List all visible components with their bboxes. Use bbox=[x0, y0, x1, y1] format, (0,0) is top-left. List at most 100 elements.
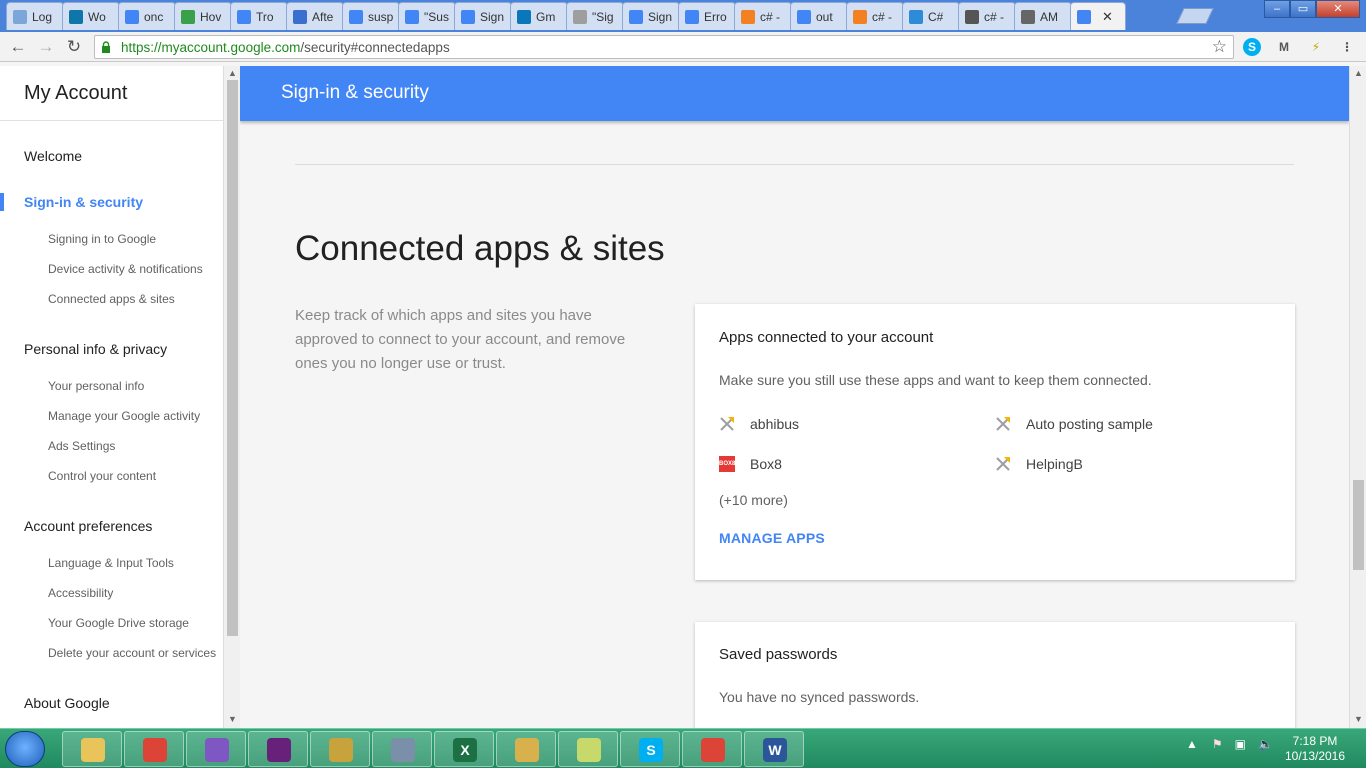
lightning-extension-icon[interactable]: ⚡ bbox=[1307, 38, 1325, 56]
taskbar-tools-button[interactable] bbox=[310, 731, 370, 767]
chrome-menu-icon[interactable]: ⋮ bbox=[1338, 38, 1356, 56]
clock[interactable]: 7:18 PM 10/13/2016 bbox=[1282, 734, 1348, 764]
tab-title: Hov bbox=[200, 9, 222, 24]
taskbar-chrome-button[interactable] bbox=[682, 731, 742, 767]
browser-tab[interactable]: Afte bbox=[286, 2, 344, 30]
taskbar-visual-studio-button[interactable] bbox=[248, 731, 308, 767]
sidebar-subitem-google-activity[interactable]: Manage your Google activity bbox=[48, 409, 200, 423]
minimize-button[interactable]: – bbox=[1264, 0, 1290, 18]
forward-button[interactable]: → bbox=[36, 37, 56, 57]
manage-apps-button[interactable]: MANAGE APPS bbox=[719, 530, 825, 546]
main-scroll-thumb[interactable] bbox=[1353, 480, 1364, 570]
browser-tab[interactable]: AM bbox=[1014, 2, 1072, 30]
github-icon bbox=[205, 738, 229, 762]
bookmark-star-icon[interactable]: ☆ bbox=[1212, 37, 1227, 57]
sidebar-item-account-preferences[interactable]: Account preferences bbox=[24, 518, 152, 534]
browser-tab[interactable]: Log bbox=[6, 2, 64, 30]
sidebar-scroll-thumb[interactable] bbox=[227, 80, 238, 636]
sidebar-subitem-control-content[interactable]: Control your content bbox=[48, 469, 156, 483]
more-apps-count: (+10 more) bbox=[719, 492, 788, 508]
sidebar-subitem-ads-settings[interactable]: Ads Settings bbox=[48, 439, 115, 453]
tab-title: Erro bbox=[704, 9, 727, 24]
browser-tab[interactable]: c# - bbox=[958, 2, 1016, 30]
browser-tab[interactable]: Sign bbox=[454, 2, 512, 30]
close-tab-icon[interactable]: ✕ bbox=[1102, 9, 1113, 25]
start-button[interactable] bbox=[5, 731, 45, 767]
m-icon bbox=[1021, 9, 1035, 24]
browser-tab[interactable]: c# - bbox=[846, 2, 904, 30]
section-description: Keep track of which apps and sites you h… bbox=[295, 307, 626, 372]
card-title: Saved passwords bbox=[719, 646, 838, 663]
browser-tab[interactable]: "Sig bbox=[566, 2, 624, 30]
app-name[interactable]: Box8 bbox=[750, 456, 782, 472]
address-bar[interactable]: https://myaccount.google.com/security#co… bbox=[94, 35, 1234, 59]
app-name[interactable]: HelpingB bbox=[1026, 456, 1083, 472]
gear-icon bbox=[13, 9, 27, 24]
browser-tab[interactable]: C# bbox=[902, 2, 960, 30]
tray-expand-icon[interactable]: ▲ bbox=[1186, 737, 1198, 751]
browser-tab[interactable]: Sign bbox=[622, 2, 680, 30]
taskbar-explorer-button[interactable] bbox=[62, 731, 122, 767]
reload-button[interactable]: ↻ bbox=[64, 37, 84, 57]
sidebar: My Account Welcome Sign-in & security Si… bbox=[0, 66, 223, 728]
browser-tab-strip: Log Wo onc Hov Tro Afte susp "Sus Sign Gm "Sig Sign… bbox=[0, 0, 1366, 32]
sidebar-item-welcome[interactable]: Welcome bbox=[24, 148, 82, 164]
taskbar-server-button[interactable] bbox=[372, 731, 432, 767]
explorer-icon bbox=[81, 738, 105, 762]
m-extension-icon[interactable]: M bbox=[1275, 38, 1293, 56]
taskbar-github-button[interactable] bbox=[186, 731, 246, 767]
back-button[interactable]: ← bbox=[8, 37, 28, 57]
taskbar-word-button[interactable]: W bbox=[744, 731, 804, 767]
taskbar-chrome-button[interactable] bbox=[124, 731, 184, 767]
browser-tab[interactable]: Hov bbox=[174, 2, 232, 30]
sidebar-subitem-device-activity[interactable]: Device activity & notifications bbox=[48, 262, 203, 276]
scroll-down-arrow-icon[interactable]: ▼ bbox=[1354, 714, 1363, 724]
sidebar-scrollbar[interactable]: ▲ ▼ bbox=[223, 66, 240, 728]
browser-tab[interactable]: ✕ bbox=[1070, 2, 1126, 30]
taskbar-remote-button[interactable] bbox=[496, 731, 556, 767]
close-window-button[interactable]: ✕ bbox=[1316, 0, 1360, 18]
sidebar-subitem-connected-apps[interactable]: Connected apps & sites bbox=[48, 292, 175, 306]
server-icon bbox=[391, 738, 415, 762]
app-name[interactable]: abhibus bbox=[750, 416, 799, 432]
taskbar-skype-button[interactable]: S bbox=[620, 731, 680, 767]
action-center-icon[interactable]: ⚑ bbox=[1212, 737, 1223, 751]
sidebar-subitem-signing-in[interactable]: Signing in to Google bbox=[48, 232, 156, 246]
browser-tab[interactable]: Wo bbox=[62, 2, 120, 30]
sidebar-subitem-delete-account[interactable]: Delete your account or services bbox=[48, 646, 216, 660]
browser-tab[interactable]: onc bbox=[118, 2, 176, 30]
browser-tab[interactable]: c# - bbox=[734, 2, 792, 30]
sidebar-subitem-personal-info[interactable]: Your personal info bbox=[48, 379, 144, 393]
scroll-down-arrow-icon[interactable]: ▼ bbox=[228, 714, 237, 724]
browser-tab[interactable]: out bbox=[790, 2, 848, 30]
sidebar-item-personal-info[interactable]: Personal info & privacy bbox=[24, 341, 167, 357]
sidebar-item-about-google[interactable]: About Google bbox=[24, 695, 110, 711]
word-icon: W bbox=[763, 738, 787, 762]
tab-title: onc bbox=[144, 9, 164, 24]
network-icon[interactable]: ▣ bbox=[1235, 737, 1246, 751]
scroll-up-arrow-icon[interactable]: ▲ bbox=[1354, 68, 1363, 78]
skype-extension-icon[interactable]: S bbox=[1243, 38, 1261, 56]
sidebar-item-sign-in-security[interactable]: Sign-in & security bbox=[24, 194, 143, 210]
lock-icon bbox=[102, 41, 110, 53]
main-scrollbar[interactable]: ▲ ▼ bbox=[1349, 66, 1366, 728]
linkedin-icon bbox=[69, 9, 83, 24]
browser-tab[interactable]: "Sus bbox=[398, 2, 456, 30]
tab-title: c# - bbox=[984, 9, 1005, 24]
sidebar-subitem-accessibility[interactable]: Accessibility bbox=[48, 586, 113, 600]
browser-tab[interactable]: Gm bbox=[510, 2, 568, 30]
browser-tab[interactable]: Erro bbox=[678, 2, 736, 30]
taskbar-notes-button[interactable] bbox=[558, 731, 618, 767]
volume-icon[interactable]: 🔈 bbox=[1258, 737, 1273, 751]
chrome-icon bbox=[143, 738, 167, 762]
sidebar-subitem-drive-storage[interactable]: Your Google Drive storage bbox=[48, 616, 189, 630]
browser-tab[interactable]: susp bbox=[342, 2, 400, 30]
browser-tab[interactable]: Tro bbox=[230, 2, 288, 30]
google-icon bbox=[405, 9, 419, 24]
maximize-button[interactable]: ▭ bbox=[1290, 0, 1316, 18]
sidebar-subitem-language[interactable]: Language & Input Tools bbox=[48, 556, 174, 570]
new-tab-button[interactable] bbox=[1176, 8, 1214, 24]
app-name[interactable]: Auto posting sample bbox=[1026, 416, 1153, 432]
taskbar-excel-button[interactable]: X bbox=[434, 731, 494, 767]
scroll-up-arrow-icon[interactable]: ▲ bbox=[228, 68, 237, 78]
